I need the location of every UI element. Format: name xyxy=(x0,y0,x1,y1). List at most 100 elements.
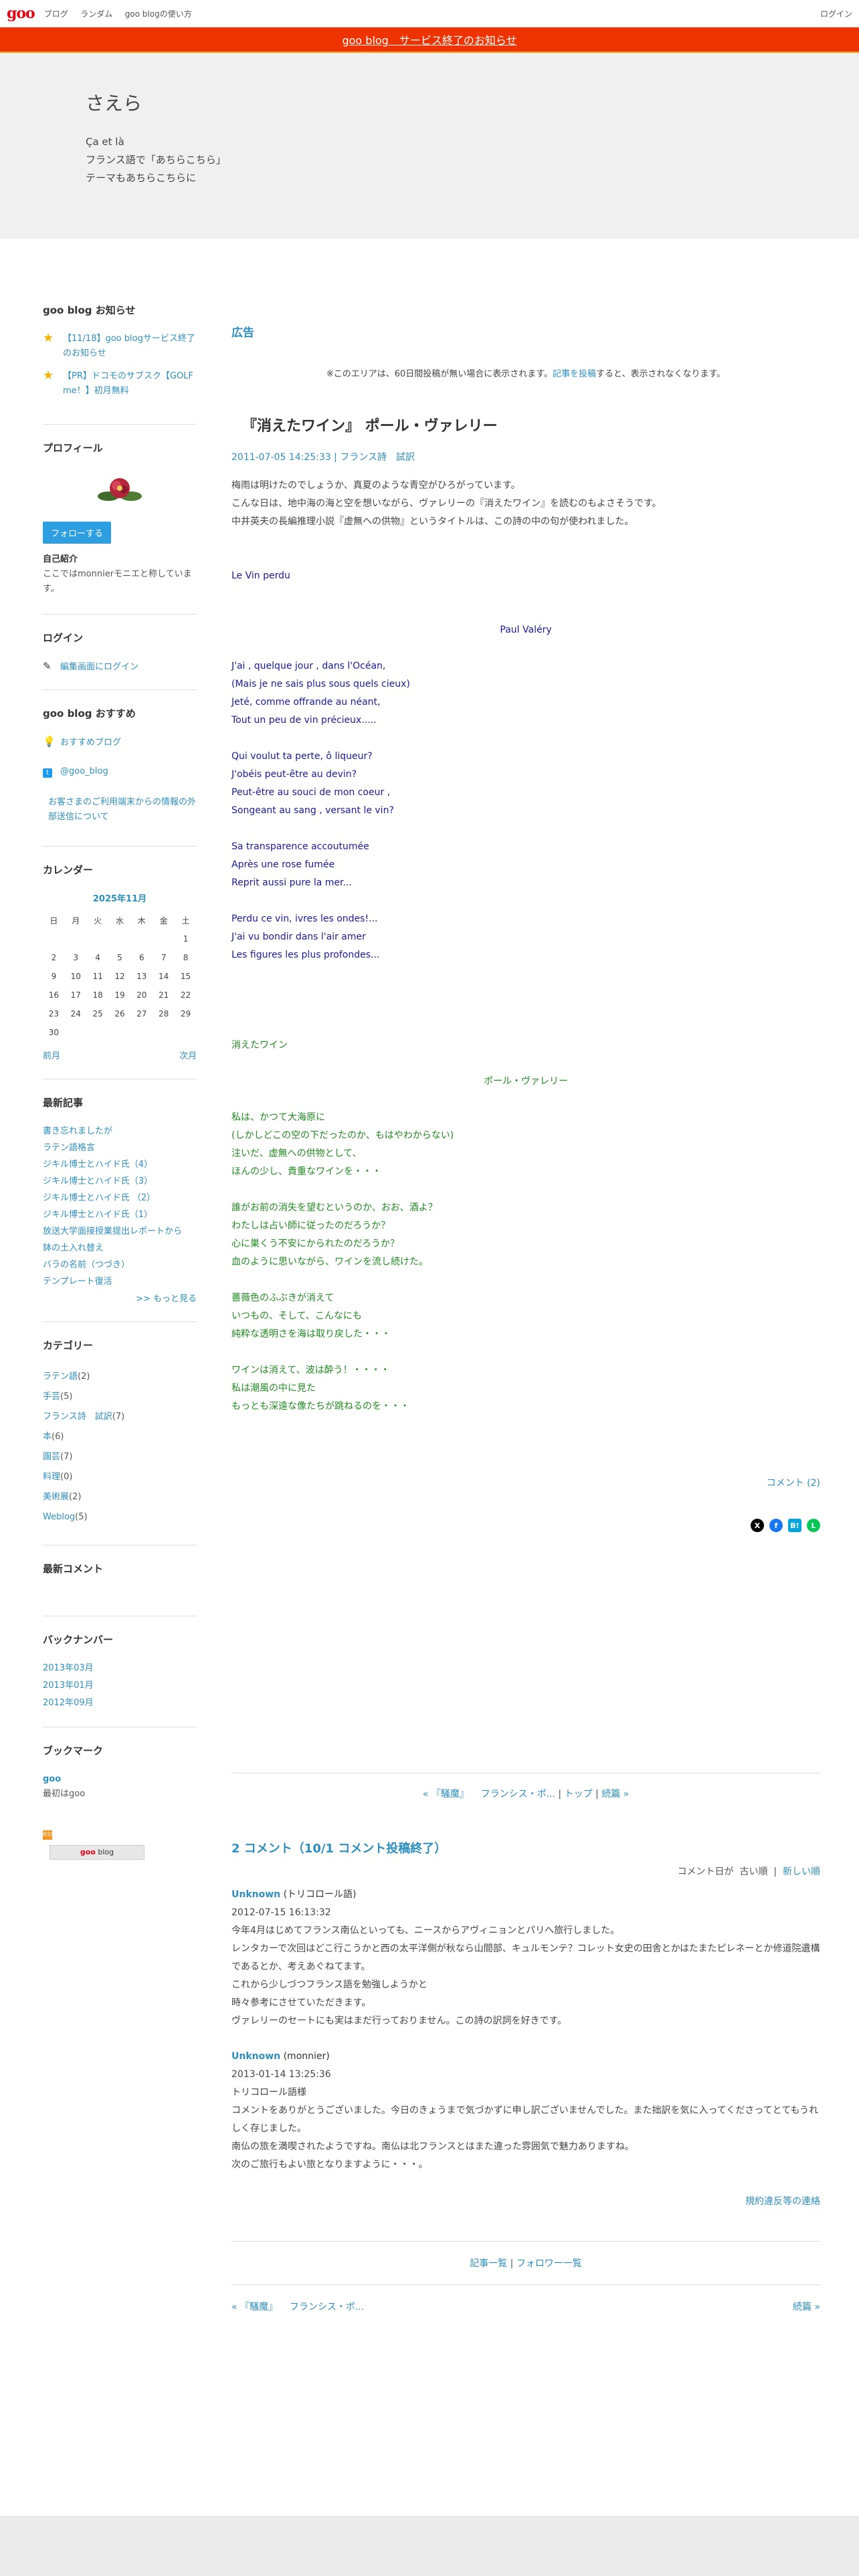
editor-login-link[interactable]: 編集画面にログイン xyxy=(60,659,138,672)
recent-article-link[interactable]: バラの名前（つづき） xyxy=(43,1258,197,1273)
category-title: カテゴリー xyxy=(43,1339,94,1352)
calendar-day: 27 xyxy=(136,1009,147,1018)
pager-next[interactable]: 続篇 » xyxy=(601,1789,629,1800)
category-link[interactable]: Weblog xyxy=(43,1512,75,1522)
post-article-link[interactable]: 記事を投稿 xyxy=(553,369,596,379)
category-link[interactable]: 美術展 xyxy=(43,1492,69,1502)
recent-article-link[interactable]: ラテン語格言 xyxy=(43,1141,197,1156)
category-link[interactable]: ラテン語 xyxy=(43,1372,78,1382)
report-link[interactable]: 規約違反等の連絡 xyxy=(745,2196,820,2207)
bookmark-link[interactable]: goo xyxy=(43,1772,197,1787)
comment-line: 今年4月はじめてフランス南仏といっても、ニースからアヴィニョンとパリへ旅行しまし… xyxy=(231,1925,620,1936)
bottom-prev[interactable]: « 『騒魔』 xyxy=(231,2302,278,2313)
goo-logo[interactable]: goo xyxy=(7,5,35,22)
sort-new[interactable]: 新しい順 xyxy=(783,1866,820,1877)
rss-icon[interactable]: RSS xyxy=(43,1828,197,1840)
article-list-link[interactable]: 記事一覧 xyxy=(470,2258,507,2269)
calendar-day: 28 xyxy=(159,1009,169,1018)
category-link[interactable]: 手芸 xyxy=(43,1392,60,1402)
backnumber-list[interactable]: 2013年03月2013年01月2012年09月2012年08月 xyxy=(43,1661,197,1709)
entry-date[interactable]: 2011-07-05 14:25:33 xyxy=(231,452,331,463)
backnumber-link[interactable]: 2012年09月 xyxy=(43,1696,197,1709)
calendar-day: 30 xyxy=(48,1028,60,1037)
poem-line: Tout un peu de vin précieux..... xyxy=(231,715,377,726)
backnumber-link[interactable]: 2013年03月 xyxy=(43,1661,197,1676)
recent-article-link[interactable]: 放送大学面接授業提出レポートから xyxy=(43,1224,197,1239)
recent-article-link[interactable]: 鉢の土入れ替え xyxy=(43,1241,197,1256)
calendar-day xyxy=(153,1023,175,1042)
bottom-next[interactable]: 続篇 » xyxy=(793,2300,820,2313)
line-share-icon[interactable]: L xyxy=(807,1519,820,1532)
service-end-link[interactable]: goo blog サービス終了のお知らせ xyxy=(342,31,516,47)
recommend-blog-link[interactable]: おすすめブログ xyxy=(60,735,121,748)
intro-text: ここではmonnierモニエと称しています。 xyxy=(43,569,192,594)
calendar-prev[interactable]: 前月 xyxy=(43,1049,60,1061)
comment-body: 今年4月はじめてフランス南仏といっても、ニースからアヴィニョンとパリへ旅行しまし… xyxy=(231,1922,820,2030)
calendar-day: 9 xyxy=(51,972,57,981)
calendar-day: 26 xyxy=(114,1009,125,1018)
follow-button[interactable]: フォローする xyxy=(43,522,112,544)
recent-article-link[interactable]: テンプレート復活 xyxy=(43,1275,197,1289)
nav-random[interactable]: ランダム xyxy=(80,9,112,19)
comment-line: 次のご旅行もよい旅となりますように・・・。 xyxy=(231,2159,428,2170)
follower-list-link[interactable]: フォロワー一覧 xyxy=(516,2258,582,2269)
goo-blog-badge[interactable]: goo blog xyxy=(50,1845,145,1860)
recent-article-link[interactable]: ジキル博士とハイド氏（4） xyxy=(43,1158,197,1172)
backnumber-link[interactable]: 2013年01月 xyxy=(43,1679,197,1693)
comment-author-name[interactable]: Unknown xyxy=(231,1889,280,1900)
login-title: ログイン xyxy=(43,632,84,644)
login-row: ✎ 編集画面にログイン xyxy=(43,659,197,673)
category-count: (5) xyxy=(60,1392,73,1402)
bottom-prev-title[interactable]: フランシス・ポ... xyxy=(290,2302,364,2313)
calendar-month[interactable]: 2025年11月 xyxy=(43,891,197,904)
weekday-label: 日 xyxy=(50,916,58,926)
recent-list: 書き忘れましたが ラテン語格言 ジキル博士とハイド氏（4） ジキル博士とハイド氏（3）… xyxy=(43,1124,197,1289)
sort-old[interactable]: 古い順 xyxy=(739,1866,767,1877)
category-link[interactable]: 料理 xyxy=(43,1472,60,1482)
calendar-day xyxy=(175,1023,197,1042)
pager-prev-title[interactable]: フランシス・ポ... xyxy=(481,1789,555,1800)
recent-article-link[interactable]: 書き忘れましたが xyxy=(43,1124,197,1139)
nav-blog[interactable]: ブログ xyxy=(44,9,68,19)
nav-howto[interactable]: goo blogの使い方 xyxy=(125,9,192,19)
poem-gap xyxy=(231,1344,820,1362)
bookmark-desc: 最初はgoo xyxy=(43,1789,86,1799)
comment-author-name[interactable]: Unknown xyxy=(231,2051,280,2062)
blog-title[interactable]: さえら xyxy=(86,89,859,116)
avatar[interactable] xyxy=(94,469,146,510)
hatena-share-icon[interactable]: B! xyxy=(788,1519,801,1532)
category-item: ラテン語(2) xyxy=(43,1367,197,1387)
category-link[interactable]: 本 xyxy=(43,1432,52,1442)
pager-top[interactable]: トップ xyxy=(565,1789,593,1800)
category-link[interactable]: フランス詩 試訳 xyxy=(43,1412,112,1422)
category-link[interactable]: 園芸 xyxy=(43,1452,60,1462)
poem-line: 注いだ、虚無への供物として、 xyxy=(231,1148,362,1159)
more-link[interactable]: >> もっと見る xyxy=(136,1294,197,1304)
goo-blog-twitter-link[interactable]: @goo_blog xyxy=(60,766,108,776)
poem-line: J'ai vu bondir dans l'air amer xyxy=(231,932,366,942)
x-share-icon[interactable]: X xyxy=(751,1519,764,1532)
poem-line: Qui voulut ta perte, ô liqueur? xyxy=(231,751,373,762)
recent-article-link[interactable]: ジキル博士とハイド氏 （2） xyxy=(43,1191,197,1206)
entry-category[interactable]: フランス詩 試訳 xyxy=(340,452,415,463)
login-link[interactable]: ログイン xyxy=(820,8,852,19)
backnumber-section: バックナンバー 2013年03月2013年01月2012年09月2012年08月 xyxy=(43,1616,197,1727)
facebook-share-icon[interactable]: f xyxy=(769,1519,783,1532)
comment-count-link[interactable]: コメント (2) xyxy=(767,1478,820,1489)
comment-author-from: (トリコロール語) xyxy=(280,1889,357,1900)
calendar-title: カレンダー xyxy=(43,864,94,876)
recent-article-link[interactable]: ジキル博士とハイド氏（3） xyxy=(43,1174,197,1189)
calendar-day: 25 xyxy=(92,1009,103,1018)
calendar-day xyxy=(130,930,153,948)
privacy-note-link[interactable]: お客さまのご利用端末からの情報の外部送信について xyxy=(43,795,197,825)
calendar-next[interactable]: 次月 xyxy=(179,1049,197,1061)
comment-author-from: (monnier) xyxy=(280,2051,330,2062)
calendar-day: 12 xyxy=(114,972,125,981)
news-link[interactable]: 【PR】ドコモのサブスク【GOLF me！】初月無料 xyxy=(63,369,197,399)
poem-line: もっとも深遠な像たちが跳ねるのを・・・ xyxy=(231,1401,409,1412)
recent-article-link[interactable]: ジキル博士とハイド氏（1） xyxy=(43,1208,197,1222)
entry-title[interactable]: 『消えたワイン』 ポール・ヴァレリー xyxy=(242,414,820,435)
news-link[interactable]: 【11/18】goo blogサービス終了のお知らせ xyxy=(63,332,197,361)
bottom-links: 記事一覧 | フォロワー一覧 xyxy=(231,2241,820,2285)
pager-prev[interactable]: « 『騒魔』 xyxy=(423,1789,469,1800)
